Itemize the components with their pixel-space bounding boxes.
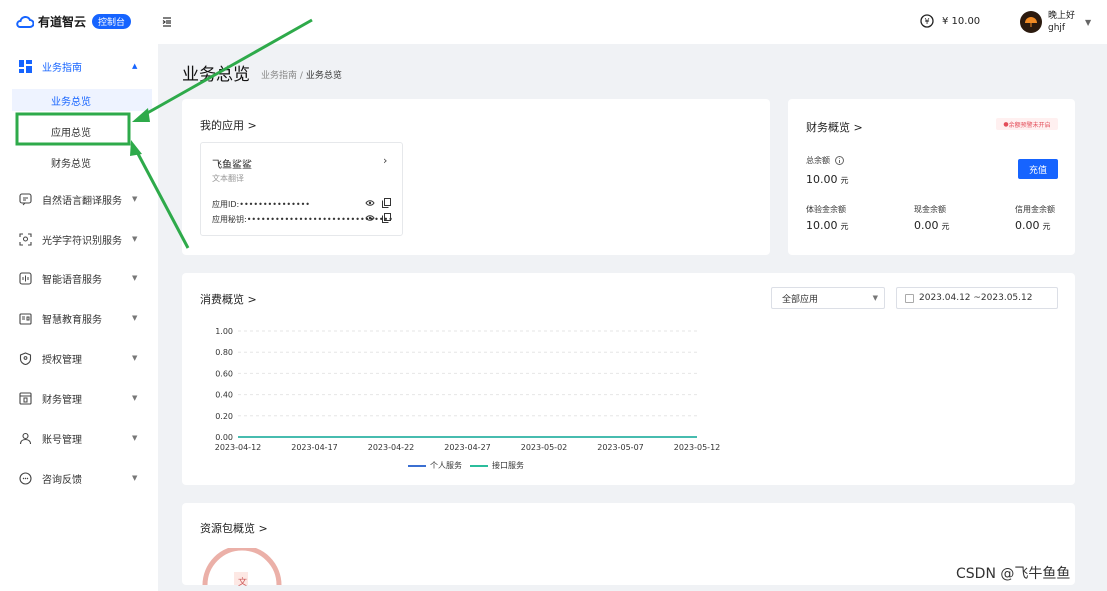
highlight-box [15, 112, 131, 146]
watermark: CSDN @飞牛鱼鱼 [956, 566, 1071, 582]
arrow-head-icon [130, 140, 142, 156]
annotation-overlay [15, 18, 313, 249]
arrow-head-icon [132, 108, 150, 122]
annotation-arrow [141, 18, 313, 118]
annotation-arrow [134, 149, 190, 249]
